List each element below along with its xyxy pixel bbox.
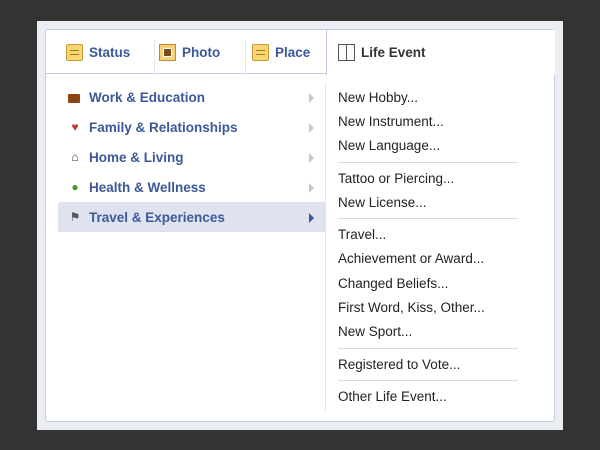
tab-life-event[interactable]: Life Event xyxy=(338,30,426,74)
category-item[interactable]: ● Health & Wellness xyxy=(58,172,326,202)
event-group: New Hobby... New Instrument... New Languag… xyxy=(338,82,518,163)
category-item[interactable]: Work & Education xyxy=(58,82,326,112)
life-event-option[interactable]: New Hobby... xyxy=(338,85,518,109)
life-event-panel: Status Photo Place Life Event Work & Edu… xyxy=(45,29,555,422)
photo-icon xyxy=(159,43,176,61)
tab-status-label: Status xyxy=(89,44,131,60)
category-label: Travel & Experiences xyxy=(89,209,225,225)
category-label: Health & Wellness xyxy=(89,179,206,195)
tab-life-event-label: Life Event xyxy=(361,44,426,60)
heart-icon: ♥ xyxy=(71,120,79,134)
chevron-right-icon xyxy=(309,183,314,193)
life-event-option[interactable]: Travel... xyxy=(338,222,518,246)
tab-status[interactable]: Status xyxy=(66,30,130,74)
tab-divider xyxy=(154,40,155,74)
composer-tabs: Status Photo Place Life Event xyxy=(46,30,555,75)
life-event-option[interactable]: Achievement or Award... xyxy=(338,247,518,271)
tab-place[interactable]: Place xyxy=(252,30,310,74)
event-group: Other Life Event... xyxy=(338,381,518,412)
briefcase-icon xyxy=(68,93,80,103)
category-menu: Work & Education ♥ Family & Relationships ⌂… xyxy=(58,82,326,232)
tab-photo[interactable]: Photo xyxy=(159,30,220,74)
category-label: Work & Education xyxy=(89,89,206,105)
composer-frame: Status Photo Place Life Event Work & Edu… xyxy=(37,21,563,430)
house-icon: ⌂ xyxy=(71,150,79,164)
chevron-right-icon xyxy=(309,213,314,223)
book-icon xyxy=(338,43,355,61)
place-icon xyxy=(252,43,269,61)
tab-divider xyxy=(245,40,246,74)
life-event-option[interactable]: Changed Beliefs... xyxy=(338,271,518,295)
status-icon xyxy=(66,43,83,61)
category-label: Family & Relationships xyxy=(89,119,238,135)
category-item[interactable]: ⚑ Travel & Experiences xyxy=(58,202,326,232)
life-event-option[interactable]: New Instrument... xyxy=(338,109,518,133)
chevron-right-icon xyxy=(309,93,314,103)
life-event-option[interactable]: Tattoo or Piercing... xyxy=(338,166,518,190)
life-event-option[interactable]: New Language... xyxy=(338,134,518,158)
life-event-option[interactable]: Other Life Event... xyxy=(338,384,518,408)
life-event-option[interactable]: New License... xyxy=(338,190,518,214)
life-event-submenu: New Hobby... New Instrument... New Languag… xyxy=(326,82,536,413)
apple-icon: ● xyxy=(71,180,79,194)
event-group: Travel... Achievement or Award... Changed … xyxy=(338,219,518,349)
life-event-option[interactable]: Registered to Vote... xyxy=(338,352,518,376)
life-event-option[interactable]: First Word, Kiss, Other... xyxy=(338,295,518,319)
event-group: Registered to Vote... xyxy=(338,349,518,382)
category-item[interactable]: ♥ Family & Relationships xyxy=(58,112,326,142)
tab-place-label: Place xyxy=(275,44,311,60)
event-group: Tattoo or Piercing... New License... xyxy=(338,163,518,220)
category-label: Home & Living xyxy=(89,149,184,165)
flag-icon: ⚑ xyxy=(69,210,81,224)
life-event-option[interactable]: New Sport... xyxy=(338,320,518,344)
chevron-right-icon xyxy=(309,123,314,133)
tab-photo-label: Photo xyxy=(182,44,221,60)
chevron-right-icon xyxy=(309,153,314,163)
category-item[interactable]: ⌂ Home & Living xyxy=(58,142,326,172)
